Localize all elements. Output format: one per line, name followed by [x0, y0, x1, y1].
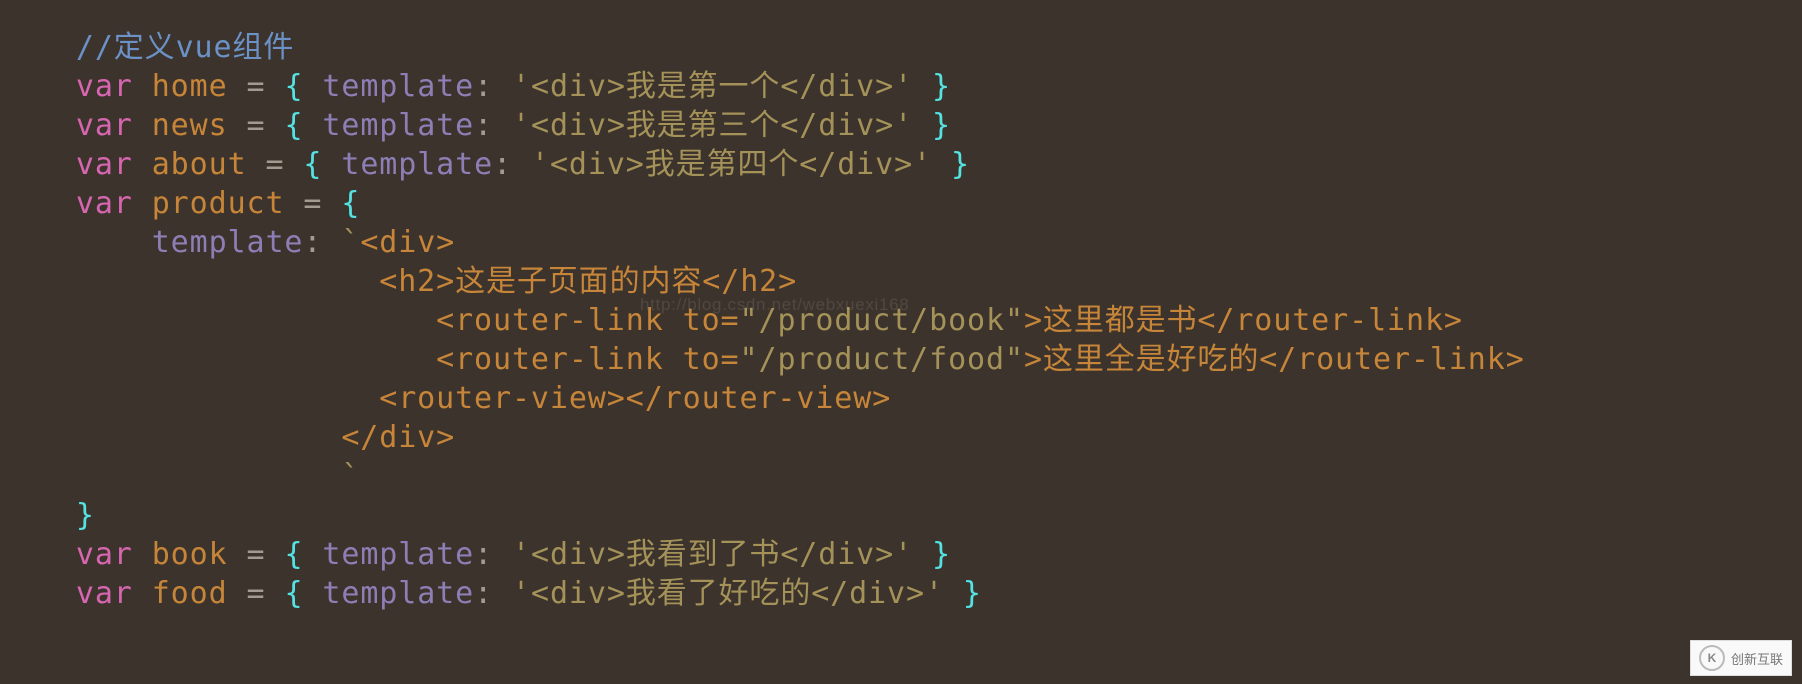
keyword-var: var: [76, 186, 133, 221]
tpl-link1-rest: >这里都是书</router-link>: [1024, 303, 1463, 338]
brace-close: }: [913, 69, 951, 104]
punct: =: [228, 537, 285, 572]
tpl-router-view: <router-view></router-view>: [379, 381, 891, 416]
punct: =: [284, 186, 341, 221]
watermark-faint: http://blog.csdn.net/webxuexi168: [640, 295, 909, 315]
keyword-var: var: [76, 537, 133, 572]
brace-open: {: [284, 69, 322, 104]
prop-template: template: [322, 537, 474, 572]
punct: =: [228, 108, 285, 143]
punct: :: [303, 225, 341, 260]
watermark-icon: K: [1699, 645, 1725, 671]
punct: :: [474, 108, 512, 143]
brace-open: {: [284, 576, 322, 611]
code-comment: //定义vue组件: [76, 30, 294, 65]
backtick: `: [341, 459, 360, 494]
tpl-link2-rest: >这里全是好吃的</router-link>: [1024, 342, 1525, 377]
ident-home: home: [152, 69, 228, 104]
ident-news: news: [152, 108, 228, 143]
punct: :: [474, 69, 512, 104]
brace-open: {: [284, 108, 322, 143]
brace-close: }: [932, 147, 970, 182]
brace-open: {: [303, 147, 341, 182]
brace-close: }: [944, 576, 982, 611]
tpl-open-div: <div>: [360, 225, 455, 260]
keyword-var: var: [76, 69, 133, 104]
brace-close: }: [913, 537, 951, 572]
punct: :: [474, 537, 512, 572]
tpl-link2-to: "/product/food": [740, 342, 1024, 377]
string-literal: '<div>我看到了书</div>': [512, 537, 913, 572]
prop-template: template: [322, 69, 474, 104]
ident-book: book: [152, 537, 228, 572]
ident-food: food: [152, 576, 228, 611]
string-literal: '<div>我是第一个</div>': [512, 69, 913, 104]
tpl-link2-open: <router-link to=: [436, 342, 739, 377]
string-literal: '<div>我是第四个</div>': [531, 147, 932, 182]
brace-close: }: [76, 498, 95, 533]
keyword-var: var: [76, 108, 133, 143]
prop-template: template: [322, 576, 474, 611]
prop-template: template: [341, 147, 493, 182]
tpl-h2: <h2>这是子页面的内容</h2>: [379, 264, 797, 299]
tpl-close-div: </div>: [341, 420, 455, 455]
prop-template: template: [152, 225, 304, 260]
ident-product: product: [152, 186, 285, 221]
brace-open: {: [341, 186, 360, 221]
punct: =: [228, 69, 285, 104]
watermark-text: 创新互联: [1731, 649, 1783, 668]
brace-open: {: [284, 537, 322, 572]
punct: =: [228, 576, 285, 611]
backtick: `: [341, 225, 360, 260]
ident-about: about: [152, 147, 247, 182]
watermark-badge: K 创新互联: [1690, 640, 1792, 676]
string-literal: '<div>我是第三个</div>': [512, 108, 913, 143]
prop-template: template: [322, 108, 474, 143]
keyword-var: var: [76, 147, 133, 182]
brace-close: }: [913, 108, 951, 143]
keyword-var: var: [76, 576, 133, 611]
punct: :: [474, 576, 512, 611]
string-literal: '<div>我看了好吃的</div>': [512, 576, 944, 611]
punct: =: [247, 147, 304, 182]
punct: :: [493, 147, 531, 182]
